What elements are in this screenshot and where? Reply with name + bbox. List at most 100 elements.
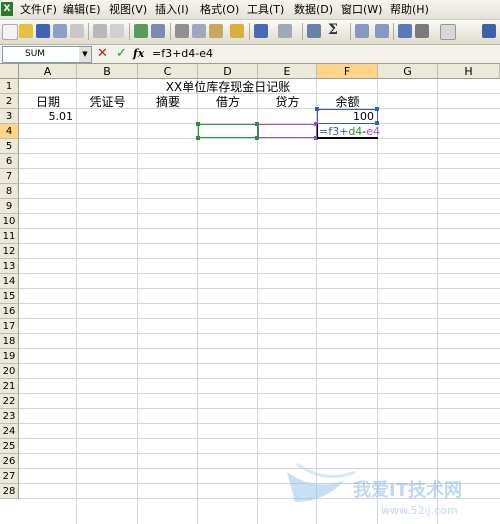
header-summary[interactable]: 摘要	[138, 94, 198, 109]
col-header-g[interactable]: G	[378, 64, 438, 79]
copy-icon[interactable]	[192, 24, 206, 38]
resize-handle[interactable]	[315, 107, 319, 111]
print-icon[interactable]	[93, 24, 107, 38]
sort-ascending-icon[interactable]	[355, 24, 369, 38]
enter-icon[interactable]: ✓	[116, 46, 127, 61]
row-header-5[interactable]: 5	[0, 139, 19, 154]
menu-tools[interactable]: 工具(T)	[247, 0, 284, 19]
new-icon[interactable]	[2, 24, 18, 40]
row-header-21[interactable]: 21	[0, 379, 19, 394]
gridline-horizontal	[19, 198, 500, 199]
col-header-c[interactable]: C	[138, 64, 198, 79]
row-header-18[interactable]: 18	[0, 334, 19, 349]
row-header-23[interactable]: 23	[0, 409, 19, 424]
chevron-down-icon[interactable]: ▼	[79, 47, 91, 62]
watermark-url: www.52ij.com	[381, 504, 458, 517]
paste-icon[interactable]	[209, 24, 223, 38]
row-header-27[interactable]: 27	[0, 469, 19, 484]
menu-window[interactable]: 窗口(W)	[341, 0, 382, 19]
formula-input[interactable]: =f3+d4-e4	[152, 47, 213, 60]
header-voucher[interactable]: 凭证号	[77, 94, 138, 109]
row-header-4[interactable]: 4	[0, 124, 19, 139]
undo-icon[interactable]	[254, 24, 268, 38]
menu-format[interactable]: 格式(O)	[200, 0, 239, 19]
row-header-20[interactable]: 20	[0, 364, 19, 379]
row-header-25[interactable]: 25	[0, 439, 19, 454]
formula-part-d4: d4	[348, 125, 363, 138]
hyperlink-icon[interactable]	[307, 24, 321, 38]
row-header-3[interactable]: 3	[0, 109, 19, 124]
email-icon[interactable]	[70, 24, 84, 38]
header-debit[interactable]: 借方	[198, 94, 258, 109]
open-icon[interactable]	[19, 24, 33, 38]
col-header-f[interactable]: F	[317, 64, 378, 79]
research-icon[interactable]	[151, 24, 165, 38]
autosum-icon[interactable]: Σ	[328, 22, 338, 38]
format-painter-icon[interactable]	[230, 24, 244, 38]
row-header-2[interactable]: 2	[0, 94, 19, 109]
row-header-16[interactable]: 16	[0, 304, 19, 319]
name-box[interactable]: SUM ▼	[2, 46, 92, 63]
row-header-22[interactable]: 22	[0, 394, 19, 409]
worksheet-grid[interactable]: A B C D E F G H 1 2 3 4 5 6 7 8 9 10 11 12 13 14 15 16 1…	[0, 64, 500, 524]
resize-handle[interactable]	[375, 107, 379, 111]
row-header-14[interactable]: 14	[0, 274, 19, 289]
col-header-d[interactable]: D	[198, 64, 258, 79]
col-header-e[interactable]: E	[258, 64, 317, 79]
sort-descending-icon[interactable]	[375, 24, 389, 38]
header-credit[interactable]: 贷方	[258, 94, 317, 109]
spelling-icon[interactable]	[134, 24, 148, 38]
excel-icon[interactable]: X	[1, 2, 13, 16]
resize-handle[interactable]	[196, 122, 200, 126]
row-header-19[interactable]: 19	[0, 349, 19, 364]
row-header-12[interactable]: 12	[0, 244, 19, 259]
row-header-15[interactable]: 15	[0, 289, 19, 304]
resize-handle[interactable]	[196, 136, 200, 140]
cell-a3[interactable]: 5.01	[19, 109, 74, 124]
row-header-13[interactable]: 13	[0, 259, 19, 274]
row-header-24[interactable]: 24	[0, 424, 19, 439]
row-header-7[interactable]: 7	[0, 169, 19, 184]
cancel-icon[interactable]: ✕	[97, 46, 108, 61]
row-header-28[interactable]: 28	[0, 484, 19, 499]
row-header-17[interactable]: 17	[0, 319, 19, 334]
row-header-11[interactable]: 11	[0, 229, 19, 244]
gridline-horizontal	[19, 243, 500, 244]
drawing-icon[interactable]	[415, 24, 429, 38]
row-header-8[interactable]: 8	[0, 184, 19, 199]
gridline-horizontal	[19, 318, 500, 319]
col-header-b[interactable]: B	[77, 64, 138, 79]
menu-view[interactable]: 视图(V)	[109, 0, 147, 19]
redo-icon[interactable]	[278, 24, 292, 38]
select-all-corner[interactable]	[0, 64, 19, 79]
gridline-horizontal	[19, 228, 500, 229]
header-date[interactable]: 日期	[19, 94, 77, 109]
permission-icon[interactable]	[53, 24, 67, 38]
cut-icon[interactable]	[175, 24, 189, 38]
toolbar-options-icon[interactable]	[482, 24, 496, 38]
gridline-horizontal	[19, 213, 500, 214]
menu-file[interactable]: 文件(F)	[20, 0, 57, 19]
row-header-26[interactable]: 26	[0, 454, 19, 469]
save-icon[interactable]	[36, 24, 50, 38]
print-preview-icon[interactable]	[110, 24, 124, 38]
header-balance[interactable]: 余额	[317, 94, 378, 109]
watermark-text: 我爱IT技术网	[353, 479, 462, 501]
title-cell[interactable]: XX单位库存现金日记账	[138, 79, 318, 94]
insert-function-icon[interactable]: fx	[133, 46, 144, 61]
col-header-h[interactable]: H	[438, 64, 500, 79]
col-header-a[interactable]: A	[19, 64, 77, 79]
chart-wizard-icon[interactable]	[398, 24, 412, 38]
menu-insert[interactable]: 插入(I)	[155, 0, 189, 19]
row-header-9[interactable]: 9	[0, 199, 19, 214]
row-header-10[interactable]: 10	[0, 214, 19, 229]
reference-highlight-f3	[317, 109, 378, 124]
menu-edit[interactable]: 编辑(E)	[63, 0, 101, 19]
row-header-6[interactable]: 6	[0, 154, 19, 169]
cell-f4-editing[interactable]: =f3+d4-e4	[319, 125, 380, 138]
gridline-horizontal	[19, 138, 500, 139]
menu-help[interactable]: 帮助(H)	[390, 0, 429, 19]
menu-data[interactable]: 数据(D)	[294, 0, 333, 19]
zoom-icon[interactable]	[440, 24, 456, 40]
row-header-1[interactable]: 1	[0, 79, 19, 94]
